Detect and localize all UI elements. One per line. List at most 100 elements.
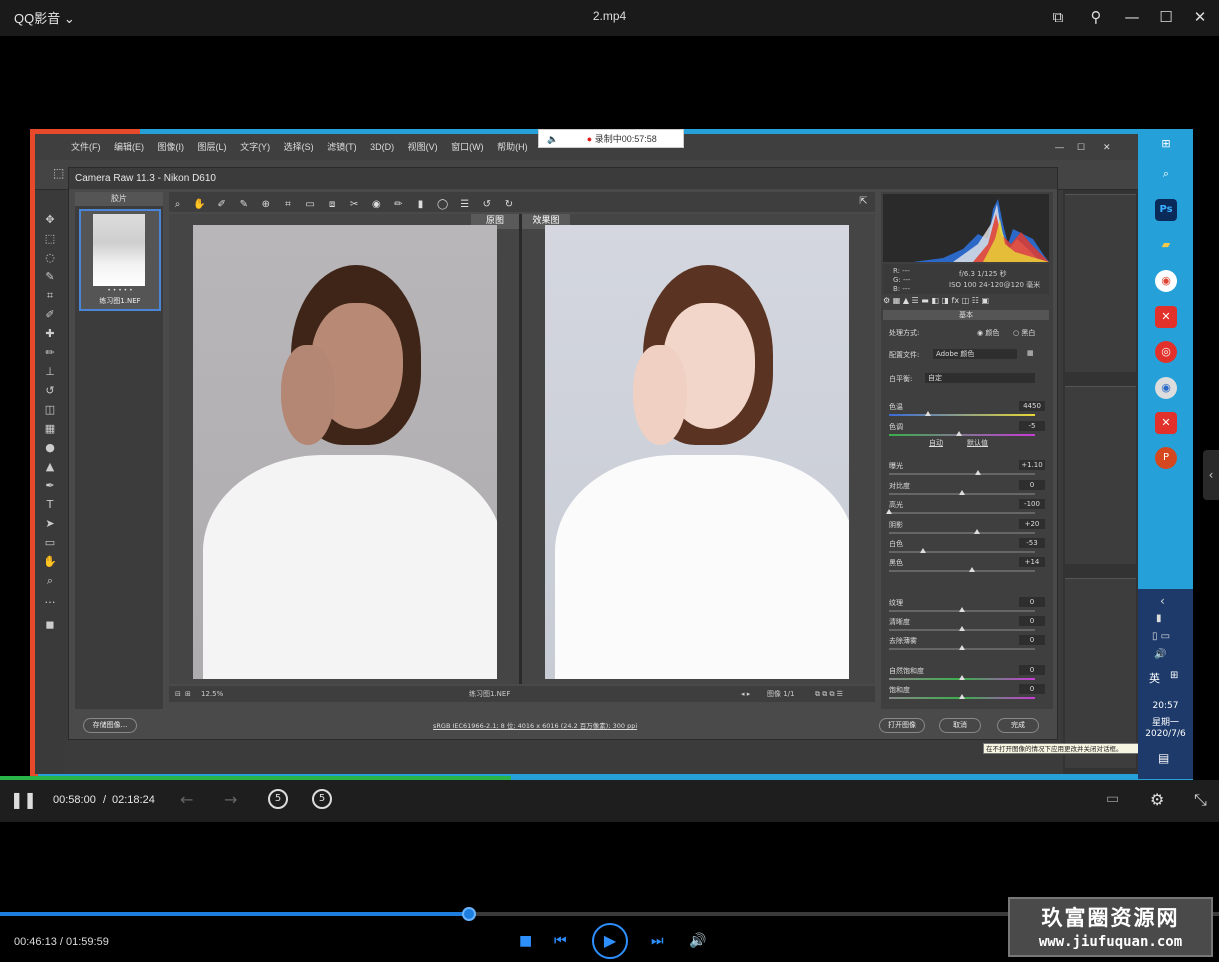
- slider-knob[interactable]: [975, 470, 982, 475]
- slider-value-input[interactable]: 0: [1019, 480, 1045, 490]
- slider-knob[interactable]: [959, 694, 965, 699]
- white-balance-icon[interactable]: ✐: [213, 195, 230, 215]
- workflow-options-link[interactable]: sRGB IEC61966-2.1; 8 位; 4016 x 6016 (24.…: [433, 720, 637, 730]
- ps-maximize-icon[interactable]: ☐: [1077, 134, 1085, 160]
- stop-icon[interactable]: ■: [519, 933, 532, 949]
- back-arrow-icon[interactable]: ←: [180, 790, 193, 809]
- ime-mode-icon[interactable]: ⊞: [1170, 670, 1178, 681]
- open-image-button[interactable]: 打开图像: [879, 718, 925, 733]
- lasso-tool-icon[interactable]: ◌: [35, 248, 65, 267]
- preferences-icon[interactable]: ☰: [456, 195, 473, 215]
- slider-value-input[interactable]: 4450: [1019, 401, 1045, 411]
- settings-gear-icon[interactable]: ⚙: [1150, 790, 1164, 809]
- preview-area[interactable]: 原图 效果图: [169, 214, 875, 684]
- ime-indicator[interactable]: 英: [1149, 670, 1160, 686]
- menu-help[interactable]: 帮助(H): [497, 134, 528, 160]
- menu-filter[interactable]: 滤镜(T): [327, 134, 357, 160]
- slider-value-input[interactable]: -53: [1019, 538, 1045, 548]
- slider-value-input[interactable]: 0: [1019, 616, 1045, 626]
- slider-track[interactable]: [889, 473, 1035, 475]
- slider-knob[interactable]: [886, 509, 892, 514]
- video-frame[interactable]: 文件(F) 编辑(E) 图像(I) 图层(L) 文字(Y) 选择(S) 滤镜(T…: [30, 129, 1193, 780]
- slider-knob[interactable]: [925, 411, 932, 416]
- tray-network-icon[interactable]: ▯ ▭: [1152, 631, 1170, 642]
- menu-file[interactable]: 文件(F): [71, 134, 101, 160]
- color-swatches[interactable]: ◼: [35, 615, 65, 634]
- zoom-tool-icon[interactable]: ⌕: [35, 571, 65, 590]
- slider-value-input[interactable]: 0: [1019, 684, 1045, 694]
- exit-fullscreen-icon[interactable]: ⤡: [1194, 790, 1207, 810]
- clock-time[interactable]: 20:57: [1138, 701, 1193, 711]
- hand-tool-icon[interactable]: ✋: [35, 552, 65, 571]
- slider-value-input[interactable]: 0: [1019, 665, 1045, 675]
- wps-icon-2[interactable]: ✕: [1155, 412, 1177, 434]
- pen-tool-icon[interactable]: ✒: [35, 476, 65, 495]
- slider-knob[interactable]: [959, 675, 965, 680]
- history-brush-icon[interactable]: ↺: [35, 381, 65, 400]
- slider-value-input[interactable]: -5: [1019, 421, 1045, 431]
- treatment-color-radio[interactable]: ◉ 颜色: [977, 328, 999, 338]
- slider-knob[interactable]: [956, 431, 963, 436]
- search-icon[interactable]: ⌕: [1155, 163, 1177, 185]
- marquee-tool-icon[interactable]: ⬚: [35, 229, 65, 248]
- hand-icon[interactable]: ✋: [191, 195, 208, 215]
- pause-icon[interactable]: ❚❚: [10, 790, 37, 809]
- slider-knob[interactable]: [959, 626, 965, 631]
- profile-browser-icon[interactable]: ▦: [1027, 349, 1034, 357]
- blur-tool-icon[interactable]: ●: [35, 438, 65, 457]
- eraser-tool-icon[interactable]: ◫: [35, 400, 65, 419]
- dodge-tool-icon[interactable]: ▲: [35, 457, 65, 476]
- play-button[interactable]: ▶: [592, 923, 628, 959]
- transform-icon[interactable]: ⧈: [324, 195, 341, 215]
- slider-value-input[interactable]: 0: [1019, 597, 1045, 607]
- crop-tool-icon[interactable]: ⌗: [35, 286, 65, 305]
- targeted-adjust-icon[interactable]: ⊕: [257, 195, 274, 215]
- basic-tab-icon[interactable]: ⚙ ▦ ▲ ☰ ▬ ◧ ◨ fx ◫ ☷ ▣: [883, 296, 989, 305]
- cancel-button[interactable]: 取消: [939, 718, 981, 733]
- stamp-tool-icon[interactable]: ⊥: [35, 362, 65, 381]
- tray-mic-icon[interactable]: ▮: [1156, 613, 1162, 624]
- zoom-level[interactable]: 12.5%: [201, 686, 223, 702]
- slider-value-input[interactable]: -100: [1019, 499, 1045, 509]
- notification-icon[interactable]: ▤: [1158, 751, 1169, 765]
- slider-knob[interactable]: [969, 567, 976, 572]
- wb-select[interactable]: 自定: [925, 373, 1035, 383]
- eyedropper-tool-icon[interactable]: ✐: [35, 305, 65, 324]
- ps-close-icon[interactable]: ✕: [1103, 134, 1111, 160]
- pin-icon[interactable]: ⚲: [1084, 6, 1108, 28]
- previous-icon[interactable]: ⏮: [554, 933, 567, 949]
- zoom-in-icon[interactable]: ⊞: [185, 686, 191, 702]
- slider-track[interactable]: [889, 512, 1035, 514]
- file-explorer-icon[interactable]: ▰: [1155, 234, 1177, 256]
- maximize-icon[interactable]: ☐: [1154, 6, 1178, 28]
- adjustment-brush-icon[interactable]: ✏: [390, 195, 407, 215]
- treatment-bw-radio[interactable]: ○ 黑白: [1013, 328, 1035, 338]
- zoom-out-icon[interactable]: ⊟: [175, 686, 181, 702]
- menu-type[interactable]: 文字(Y): [240, 134, 270, 160]
- radial-filter-icon[interactable]: ◯: [434, 195, 451, 215]
- slider-track[interactable]: [889, 414, 1035, 416]
- fullscreen-icon[interactable]: ⇱: [855, 192, 872, 212]
- mini-mode-icon[interactable]: ⧉: [1046, 6, 1070, 28]
- slider-knob[interactable]: [959, 645, 965, 650]
- slider-knob[interactable]: [959, 490, 965, 495]
- side-panel-toggle-icon[interactable]: ‹: [1203, 450, 1219, 500]
- color-sampler-icon[interactable]: ✎: [235, 195, 252, 215]
- slider-value-input[interactable]: +14: [1019, 557, 1045, 567]
- tray-volume-icon[interactable]: 🔊: [1154, 649, 1166, 660]
- path-select-tool-icon[interactable]: ➤: [35, 514, 65, 533]
- menu-layer[interactable]: 图层(L): [198, 134, 227, 160]
- clock-day[interactable]: 星期一: [1138, 715, 1193, 728]
- slider-knob[interactable]: [919, 548, 926, 553]
- menu-image[interactable]: 图像(I): [158, 134, 185, 160]
- quick-select-tool-icon[interactable]: ✎: [35, 267, 65, 286]
- crop-icon[interactable]: ⌗: [279, 195, 296, 215]
- profile-select[interactable]: Adobe 颜色: [933, 349, 1017, 359]
- image-nav-icon[interactable]: ◂ ▸: [741, 686, 750, 702]
- menu-3d[interactable]: 3D(D): [370, 134, 394, 160]
- menu-view[interactable]: 视图(V): [408, 134, 438, 160]
- powerpoint-icon[interactable]: P: [1155, 447, 1177, 469]
- zoom-icon[interactable]: ⌕: [169, 195, 186, 215]
- graduated-filter-icon[interactable]: ▮: [412, 195, 429, 215]
- rewind-5s-icon[interactable]: 5: [268, 789, 288, 809]
